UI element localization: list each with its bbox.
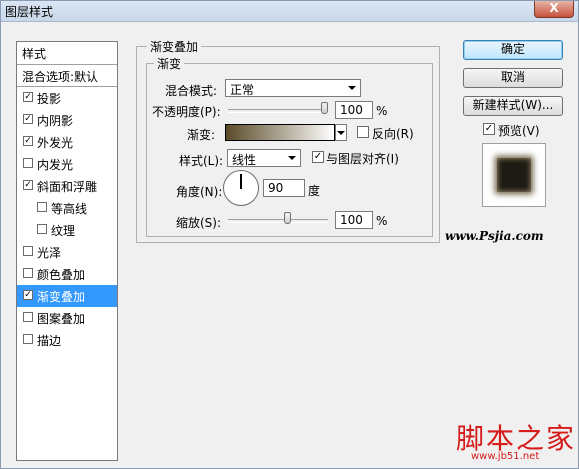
watermark-jb51-url: www.jb51.net — [471, 451, 540, 462]
scale-input[interactable]: 100 — [335, 211, 373, 229]
angle-dial-needle — [240, 174, 242, 189]
scale-slider-thumb[interactable] — [283, 212, 291, 224]
blend-mode-select[interactable]: 正常 — [225, 79, 361, 97]
style-item-label: 光泽 — [37, 246, 62, 260]
preview-checkbox[interactable]: ✓ — [483, 123, 495, 135]
align-with-layer-label: 与图层对齐(I) — [326, 152, 399, 166]
angle-label: 角度(N): — [176, 185, 223, 199]
opacity-unit: % — [376, 104, 388, 118]
ok-button[interactable]: 确定 — [463, 40, 563, 60]
title-bar[interactable]: 图层样式 X — [1, 1, 578, 22]
gradient-overlay-title: 渐变叠加 — [147, 38, 202, 55]
style-item[interactable]: 内发光 — [17, 153, 117, 175]
styles-header[interactable]: 样式 — [17, 42, 117, 65]
style-item-checkbox[interactable]: ✓ — [23, 290, 33, 300]
style-item[interactable]: ✓ 外发光 — [17, 131, 117, 153]
gradient-swatch[interactable] — [225, 124, 335, 141]
cancel-button[interactable]: 取消 — [463, 68, 563, 88]
style-preview — [482, 143, 546, 207]
styles-list: 样式 混合选项:默认 ✓ 投影 ✓ 内阴影 ✓ 外发光内发光 ✓ 斜面和浮雕等高线纹理光泽颜色… — [16, 41, 118, 461]
scale-label: 缩放(S): — [176, 216, 222, 230]
style-item-label: 渐变叠加 — [37, 290, 86, 304]
style-item-label: 颜色叠加 — [37, 268, 86, 282]
gradient-label: 渐变: — [187, 128, 216, 142]
style-item[interactable]: ✓ 内阴影 — [17, 109, 117, 131]
style-item[interactable]: 纹理 — [17, 219, 117, 241]
style-item-checkbox[interactable] — [23, 158, 33, 168]
angle-value: 90 — [268, 181, 284, 195]
blend-mode-value: 正常 — [230, 83, 255, 97]
style-item[interactable]: 描边 — [17, 329, 117, 351]
style-item-checkbox[interactable] — [37, 202, 47, 212]
scale-value: 100 — [340, 213, 363, 227]
reverse-checkbox[interactable] — [357, 126, 369, 138]
style-item[interactable]: 颜色叠加 — [17, 263, 117, 285]
styles-header-label: 样式 — [22, 47, 47, 61]
layer-style-dialog: 图层样式 X 样式 混合选项:默认 ✓ 投影 ✓ 内阴影 ✓ 外发光内发光 ✓ 斜面和浮雕等高… — [0, 0, 579, 469]
style-item[interactable]: 图案叠加 — [17, 307, 117, 329]
reverse-label: 反向(R) — [372, 127, 414, 141]
gradient-style-value: 线性 — [232, 153, 257, 167]
style-item-label: 内发光 — [37, 158, 74, 172]
style-item[interactable]: ✓ 投影 — [17, 87, 117, 109]
gradient-style-select[interactable]: 线性 — [227, 149, 301, 167]
style-item-label: 斜面和浮雕 — [37, 180, 98, 194]
style-item-label: 图案叠加 — [37, 312, 86, 326]
style-item-checkbox[interactable] — [23, 268, 33, 278]
style-item-label: 内阴影 — [37, 114, 74, 128]
style-item-label: 纹理 — [51, 224, 76, 238]
opacity-input[interactable]: 100 — [335, 101, 373, 119]
new-style-button[interactable]: 新建样式(W)... — [463, 96, 563, 116]
style-item[interactable]: ✓ 斜面和浮雕 — [17, 175, 117, 197]
gradient-subgroup-title: 渐变 — [154, 55, 185, 72]
style-item-checkbox[interactable]: ✓ — [23, 180, 33, 190]
chevron-down-icon — [348, 86, 356, 90]
watermark-psjia: www.Psjia.com — [445, 229, 544, 243]
style-item[interactable]: 光泽 — [17, 241, 117, 263]
blend-options-item[interactable]: 混合选项:默认 — [17, 65, 117, 87]
style-label: 样式(L): — [179, 154, 224, 168]
chevron-down-icon — [337, 131, 345, 135]
style-item-checkbox[interactable] — [23, 312, 33, 322]
style-item-checkbox[interactable]: ✓ — [23, 114, 33, 124]
opacity-label: 不透明度(P): — [152, 105, 221, 119]
blend-options-label: 混合选项:默认 — [22, 70, 99, 84]
angle-dial[interactable] — [223, 170, 259, 206]
close-button[interactable]: X — [534, 1, 574, 18]
style-item-label: 投影 — [37, 92, 62, 106]
style-item[interactable]: ✓ 渐变叠加 — [17, 285, 117, 307]
scale-slider-track[interactable] — [228, 219, 328, 223]
style-item-label: 等高线 — [51, 202, 88, 216]
style-item-label: 外发光 — [37, 136, 74, 150]
opacity-value: 100 — [340, 103, 363, 117]
angle-input[interactable]: 90 — [263, 179, 305, 197]
style-item-checkbox[interactable]: ✓ — [23, 92, 33, 102]
opacity-slider-thumb[interactable] — [321, 102, 328, 114]
scale-unit: % — [376, 214, 388, 228]
style-item-checkbox[interactable] — [23, 334, 33, 344]
style-item-checkbox[interactable] — [23, 246, 33, 256]
style-item-checkbox[interactable]: ✓ — [23, 136, 33, 146]
style-item-checkbox[interactable] — [37, 224, 47, 234]
chevron-down-icon — [288, 156, 296, 160]
opacity-slider-track[interactable] — [228, 109, 328, 113]
align-with-layer-checkbox[interactable]: ✓ — [312, 151, 324, 163]
angle-unit: 度 — [308, 184, 321, 198]
style-item[interactable]: 等高线 — [17, 197, 117, 219]
window-title: 图层样式 — [5, 5, 54, 19]
blend-mode-label: 混合模式: — [165, 84, 218, 98]
gradient-dropdown-button[interactable] — [335, 124, 347, 141]
preview-label: 预览(V) — [498, 124, 540, 138]
preview-swatch — [497, 158, 531, 192]
style-item-label: 描边 — [37, 334, 62, 348]
